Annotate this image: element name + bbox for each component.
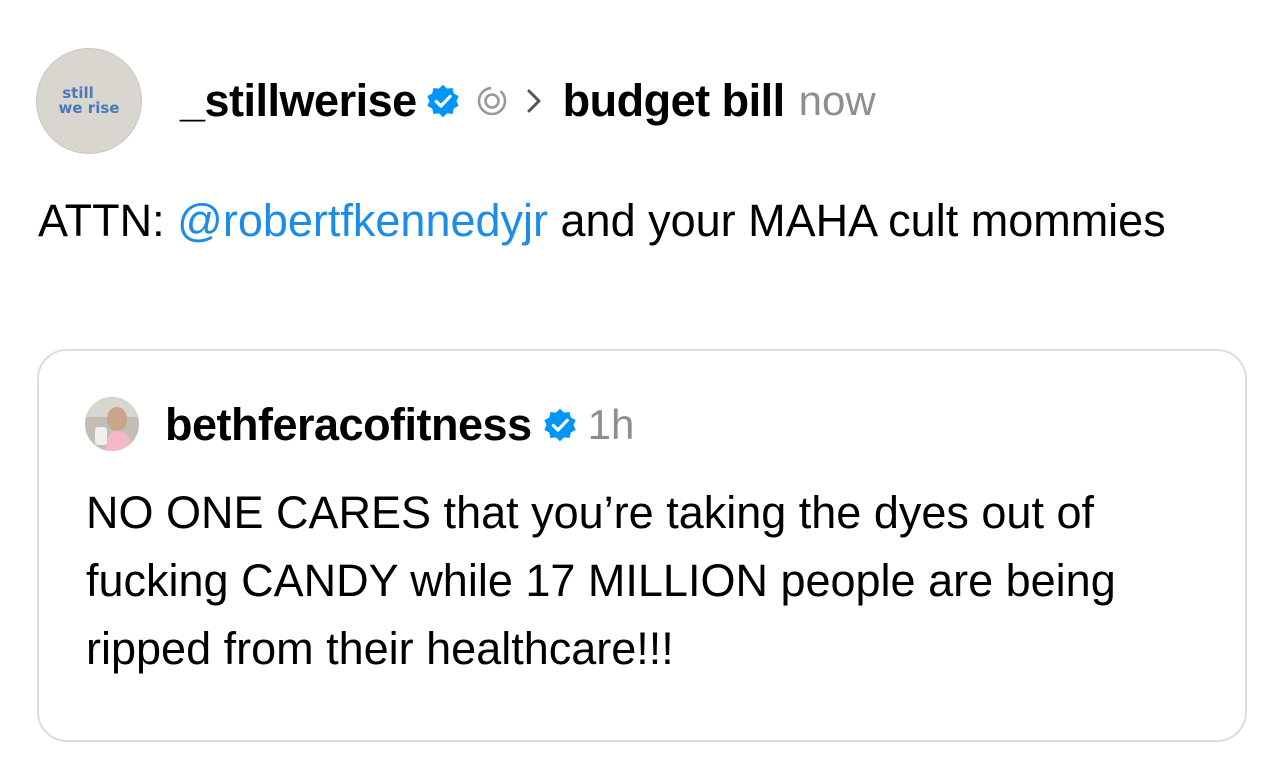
topic-link[interactable]: budget bill xyxy=(563,75,785,127)
quote-avatar[interactable] xyxy=(85,397,139,451)
quote-body: NO ONE CARES that you’re taking the dyes… xyxy=(86,487,1116,674)
quote-timestamp: 1h xyxy=(587,401,635,448)
quote-meta: bethferacofitness 1h xyxy=(165,397,634,453)
post-meta: _stillwerise budget bill now xyxy=(180,75,876,127)
verified-badge-icon xyxy=(542,407,578,443)
quoted-post-card[interactable]: bethferacofitness 1h NO ONE CARES that y… xyxy=(37,349,1247,742)
quote-username-link[interactable]: bethferacofitness xyxy=(165,399,532,451)
post-header: still we rise _stillwerise budget bill n… xyxy=(36,48,1236,156)
verified-badge-icon xyxy=(425,83,461,119)
username-link[interactable]: _stillwerise xyxy=(180,75,417,127)
post-text-prefix: ATTN: xyxy=(38,195,178,246)
post-timestamp: now xyxy=(798,77,876,124)
avatar-text-we-rise: we rise xyxy=(58,99,120,117)
post-body: ATTN: @robertfkennedyjr and your MAHA cu… xyxy=(38,186,1238,256)
mention-link[interactable]: @robertfkennedyjr xyxy=(177,195,548,246)
chevron-right-icon xyxy=(523,86,545,116)
threads-topic-icon xyxy=(475,84,509,118)
post-text-suffix: and your MAHA cult mommies xyxy=(548,195,1166,246)
avatar[interactable]: still we rise xyxy=(36,48,142,154)
